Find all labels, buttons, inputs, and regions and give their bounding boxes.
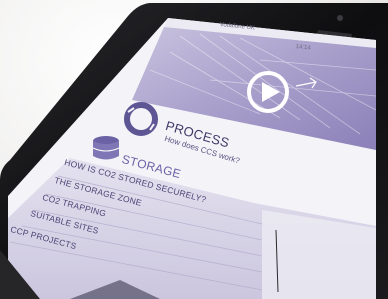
storage-cylinder-icon <box>92 136 120 160</box>
smartphone <box>0 3 388 299</box>
camera-icon <box>337 15 343 21</box>
